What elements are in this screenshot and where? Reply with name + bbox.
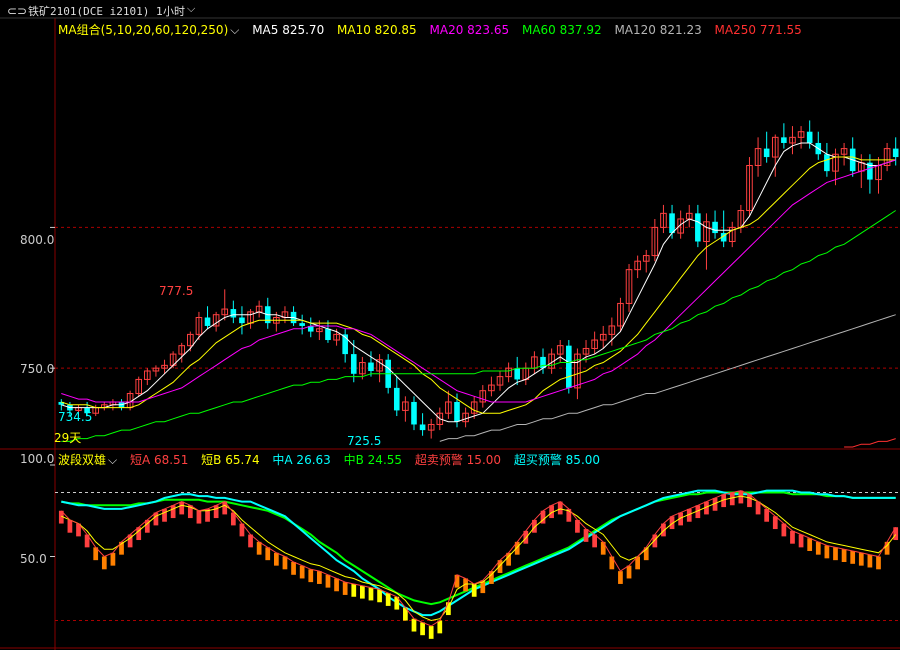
candle-body-down [806,131,813,143]
candle-body-down [299,323,305,326]
candle-body-down [566,345,572,388]
y-tick-label: 750.0 [20,362,55,376]
candle-body-down [239,317,245,324]
ma10-legend: MA10 820.85 [337,23,417,37]
period-selector[interactable]: 1小时 [156,3,185,19]
candle-body-down [325,328,331,341]
candle-body-down [393,387,400,411]
y-tick-label: 100.0 [20,452,55,466]
ma-combo-selector[interactable]: MA组合(5,10,20,60,120,250) ⌵ [58,23,239,37]
ma5-line [61,142,896,423]
mid-b-legend: 中B 24.55 [343,453,403,467]
candle-body-down [892,148,899,158]
short-a-line [60,490,897,627]
high-price-label: 777.5 [159,284,193,298]
chart-canvas[interactable]: 777.5 734.5 725.5 29天 [0,0,900,650]
ma250-legend: MA250 771.55 [714,23,802,37]
ma60-line [61,210,896,442]
indicator-legend: 波段双雄 ⌵ 短A 68.51 短B 65.74 中A 26.63 中B 24.5… [58,451,609,468]
oversold-legend: 超卖预警 15.00 [414,453,502,467]
candle-body-down [763,148,770,158]
ma20-legend: MA20 823.65 [429,23,510,37]
candle-body-down [204,317,211,326]
candle-body-down [230,309,237,318]
low-price-label: 725.5 [347,434,381,448]
instrument-title[interactable]: 铁矿2101(DCE i2101) [28,3,149,19]
ma120-legend: MA120 821.23 [614,23,702,37]
short-b-legend: 短B 65.74 [201,453,260,467]
ma-legend: MA组合(5,10,20,60,120,250) ⌵ MA5 825.70 MA1… [58,21,811,38]
ma60-legend: MA60 837.92 [521,23,602,37]
header-bar: ⊂⊃ 铁矿2101(DCE i2101) 1小时 ⌵ [0,0,900,20]
candle-body-down [669,213,675,234]
candle-body-down [454,401,460,422]
chart-frame [0,17,900,650]
candle-body-down [514,368,521,380]
low-price-label: 734.5 [58,410,92,424]
y-tick-label: 800.0 [20,233,55,247]
annotations: 777.5 734.5 725.5 29天 [54,284,381,448]
short-a-legend: 短A 68.51 [129,453,189,467]
chevron-down-icon[interactable]: ⌵ [230,23,239,37]
candle-body-down [712,221,718,234]
link-icon[interactable]: ⊂⊃ [7,4,27,18]
indicator-selector[interactable]: 波段双雄 ⌵ [58,453,117,467]
mid-a-legend: 中A 26.63 [272,453,331,467]
candle-body-down [695,213,701,242]
y-tick-label: 50.0 [20,552,47,566]
ma20-line [61,159,896,403]
chevron-down-icon[interactable]: ⌵ [108,453,117,467]
chevron-down-icon[interactable]: ⌵ [187,2,195,16]
candle-body-down [411,401,417,425]
candle-body-down [350,354,357,374]
overbought-legend: 超买预警 85.00 [513,453,601,467]
short-b-line [61,495,897,622]
candle-body-down [368,362,374,371]
candle-body-down [824,154,830,172]
ma250-line [844,438,896,448]
candle-body-down [419,424,426,431]
ma5-legend: MA5 825.70 [252,23,325,37]
candle-body-down [781,137,787,143]
days-label: 29天 [54,431,81,445]
indicator-series [58,489,899,639]
